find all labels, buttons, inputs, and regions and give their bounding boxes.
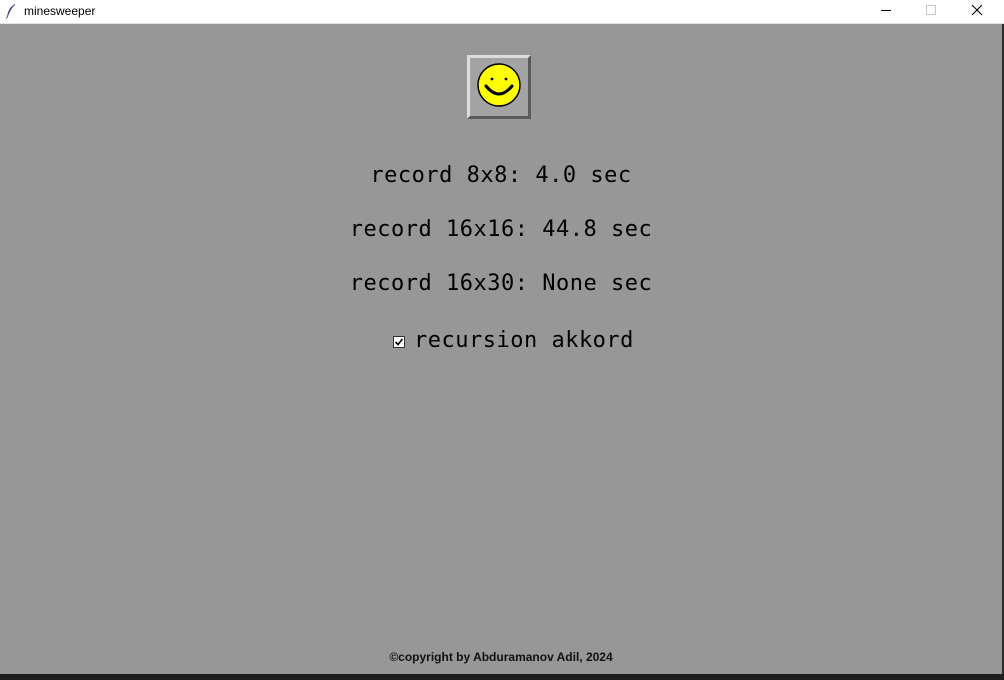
record-16x16-label: record 16x16: 44.8 sec [349,217,653,242]
window-bottom-border [0,674,1004,680]
feather-icon [5,3,17,19]
minesweeper-window: minesweeper record 8x8: 4.0 sec record 1… [0,0,1004,680]
close-button[interactable] [954,0,1000,23]
copyright-text: ©copyright by Abduramanov Adil, 2024 [389,650,613,664]
new-game-smiley-button[interactable] [467,55,531,119]
record-8x8-label: record 8x8: 4.0 sec [370,163,632,188]
checkmark-icon [394,338,404,346]
maximize-icon [925,3,937,21]
maximize-button[interactable] [908,0,954,23]
minimize-icon [880,3,892,21]
recursion-akkord-option[interactable]: recursion akkord [393,327,634,355]
title-bar[interactable]: minesweeper [0,0,1004,24]
game-area: record 8x8: 4.0 sec record 16x16: 44.8 s… [0,24,1002,674]
record-16x30-label: record 16x30: None sec [349,271,653,296]
smiley-face-icon [476,62,522,113]
minimize-button[interactable] [863,0,909,23]
recursion-akkord-checkbox[interactable] [393,336,405,348]
recursion-akkord-label: recursion akkord [414,328,634,353]
close-icon [971,3,983,21]
window-title: minesweeper [24,4,96,18]
